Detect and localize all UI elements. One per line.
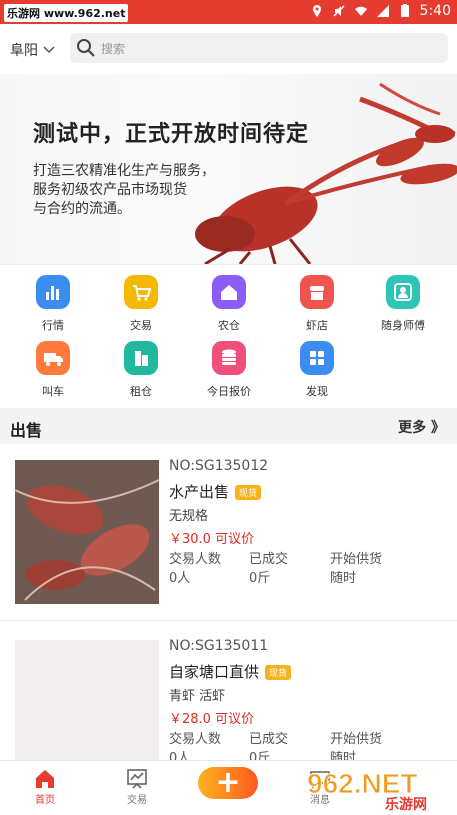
stat-traders: 交易人数 0人: [169, 550, 221, 588]
cart-icon: [124, 275, 158, 309]
category-label: 交易: [130, 319, 152, 332]
banner-sub-line: 与合约的流通。: [33, 201, 131, 217]
category-label: 今日报价: [207, 385, 251, 398]
banner-sub-line: 服务初级农产品市场现货: [33, 182, 187, 198]
location-icon: [312, 5, 321, 17]
item-number: NO:SG135012: [169, 458, 269, 474]
grid-icon: [300, 341, 334, 375]
chevron-down-icon: [43, 46, 55, 54]
category-label: 发现: [306, 385, 328, 398]
item-number: NO:SG135011: [169, 638, 269, 654]
category-discover[interactable]: 发现: [277, 341, 357, 399]
watermark-label: 乐游网 www.962.net: [4, 4, 129, 22]
tab-label: 首页: [35, 795, 55, 806]
trade-icon: [127, 769, 147, 789]
mute-icon: [333, 5, 345, 17]
category-farm-warehouse[interactable]: 农仓: [189, 275, 269, 333]
banner-headline: 测试中，正式开放时间待定: [33, 122, 310, 147]
item-title: 水产出售: [169, 483, 230, 501]
item-spec: 青虾 活虾: [169, 689, 226, 704]
coins-icon: [212, 341, 246, 375]
banner-subtext: 打造三农精准化生产与服务， 服务初级农产品市场现货 与合约的流通。: [33, 162, 215, 219]
product-image: [15, 460, 159, 604]
chart-icon: [36, 275, 70, 309]
wifi-icon: [354, 6, 367, 16]
category-shrimp-shop[interactable]: 虾店: [277, 275, 357, 333]
search-placeholder: 搜索: [101, 42, 126, 56]
tab-trade[interactable]: 交易: [107, 767, 167, 806]
svg-text:乐游网: 乐游网: [385, 796, 427, 811]
category-label: 叫车: [42, 385, 64, 398]
shop-icon: [300, 275, 334, 309]
battery-icon: [400, 4, 409, 17]
signal-icon: [376, 5, 389, 17]
category-label: 行情: [42, 319, 64, 332]
stat-sold: 已成交 0斤: [249, 550, 288, 588]
category-market[interactable]: 行情: [13, 275, 93, 333]
search-icon: [77, 39, 95, 57]
stat-label: 开始供货: [330, 552, 383, 567]
category-trade[interactable]: 交易: [101, 275, 181, 333]
category-label: 农仓: [218, 319, 240, 332]
stat-label: 已成交: [249, 552, 289, 567]
stat-value: 0斤: [249, 571, 271, 586]
list-item[interactable]: NO:SG135012 水产出售 现货 无规格 ￥30.0 可议价 交易人数 0人 …: [0, 444, 457, 620]
item-spec: 无规格: [169, 509, 209, 524]
item-name: 水产出售 现货: [169, 481, 262, 502]
divider: [0, 620, 457, 621]
item-price: ￥30.0 可议价: [169, 532, 255, 547]
section-title: 出售: [10, 421, 43, 440]
item-name: 自家塘口直供 现货: [169, 661, 292, 682]
status-badge: 现货: [235, 485, 262, 500]
svg-text:962.NET: 962.NET: [307, 768, 418, 799]
home-icon: [36, 770, 54, 788]
warehouse-icon: [124, 341, 158, 375]
more-link[interactable]: 更多 》: [398, 417, 445, 437]
person-icon: [386, 275, 420, 309]
status-bar: 乐游网 www.962.net 5:40: [0, 0, 457, 24]
city-selector[interactable]: 阜阳: [10, 40, 56, 60]
item-title: 自家塘口直供: [169, 663, 260, 681]
category-call-car[interactable]: 叫车: [13, 341, 93, 399]
category-label: 租仓: [130, 385, 152, 398]
clock: 5:40: [419, 3, 451, 19]
plus-icon: +: [215, 765, 241, 800]
category-today-quote[interactable]: 今日报价: [189, 341, 269, 399]
stat-value: 0人: [169, 571, 191, 586]
city-label: 阜阳: [10, 43, 38, 59]
category-label: 随身师傅: [381, 319, 425, 332]
top-bar: 阜阳 搜索: [0, 24, 457, 74]
item-price: ￥28.0 可议价: [169, 712, 255, 727]
banner-sub-line: 打造三农精准化生产与服务，: [33, 163, 215, 179]
promo-banner[interactable]: 测试中，正式开放时间待定 打造三农精准化生产与服务， 服务初级农产品市场现货 与…: [0, 74, 457, 264]
stat-label: 交易人数: [169, 552, 222, 567]
truck-icon: [36, 341, 70, 375]
category-label: 虾店: [306, 319, 328, 332]
publish-button[interactable]: +: [198, 765, 258, 800]
category-master[interactable]: 随身师傅: [363, 275, 443, 333]
stat-supply: 开始供货 随时: [330, 550, 382, 588]
search-input[interactable]: 搜索: [70, 33, 448, 63]
status-badge: 现货: [265, 665, 292, 680]
stat-label: 交易人数: [169, 732, 222, 747]
tab-home[interactable]: 首页: [15, 767, 75, 806]
category-grid: 行情 交易 农仓 虾店 随身师傅 叫车 租仓 今日报价 发现: [0, 264, 457, 407]
tab-label: 交易: [127, 795, 147, 806]
home-icon: [212, 275, 246, 309]
sale-section-header: 出售 更多 》: [0, 408, 457, 444]
watermark-logo: 962.NET 乐游网: [307, 768, 428, 812]
stat-label: 已成交: [249, 732, 289, 747]
stat-label: 开始供货: [330, 732, 383, 747]
category-rent-warehouse[interactable]: 租仓: [101, 341, 181, 399]
stat-value: 随时: [330, 571, 357, 586]
